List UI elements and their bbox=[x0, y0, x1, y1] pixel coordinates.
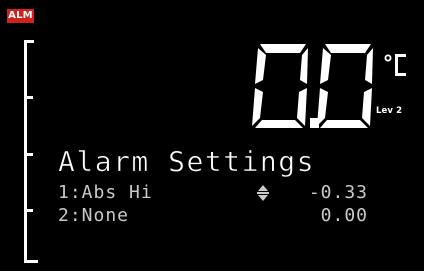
bargraph-tick bbox=[27, 209, 33, 212]
degree-symbol bbox=[384, 54, 392, 62]
alarm-1-value: -0.33 bbox=[308, 182, 368, 203]
digit-zero-1 bbox=[252, 44, 308, 128]
alarm-1-label: 1:Abs Hi bbox=[58, 182, 153, 203]
bargraph-spine bbox=[24, 40, 27, 263]
access-level-label: Lev 2 bbox=[376, 106, 403, 116]
bargraph-tick bbox=[27, 153, 33, 156]
alarm-2-label: 2:None bbox=[58, 205, 130, 226]
bargraph-top-tick bbox=[24, 40, 34, 43]
unit-c-glyph bbox=[395, 54, 406, 76]
alarm-2-row[interactable]: 2:None 0.00 bbox=[58, 205, 368, 227]
seven-segment-digits bbox=[252, 44, 373, 128]
bargraph-tick bbox=[27, 96, 33, 99]
unit-celsius bbox=[384, 54, 406, 76]
bargraph-scale bbox=[24, 40, 38, 263]
alarm-2-value: 0.00 bbox=[320, 205, 368, 226]
alarm-1-row[interactable]: 1:Abs Hi -0.33 bbox=[58, 182, 368, 204]
controller-display: ALM Lev 2 Alarm Settings 1:Abs Hi -0.33 … bbox=[0, 0, 424, 271]
bargraph-bottom-tick bbox=[24, 260, 38, 263]
menu-title: Alarm Settings bbox=[58, 145, 316, 178]
up-down-adjust-icon bbox=[257, 185, 269, 201]
digit-zero-2 bbox=[317, 44, 373, 128]
process-value-display bbox=[252, 44, 373, 128]
